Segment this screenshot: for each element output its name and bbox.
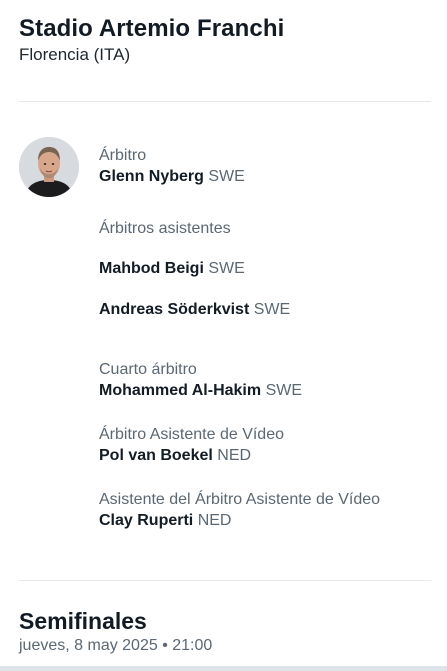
- fourth-official-country: SWE: [265, 382, 303, 399]
- referee-country: SWE: [208, 168, 245, 185]
- fourth-official-name: Mohammed Al-Hakim: [99, 382, 262, 399]
- var-role-label: Árbitro Asistente de Vídeo: [99, 426, 284, 443]
- avar-country: NED: [197, 512, 232, 529]
- divider: [19, 580, 431, 581]
- referee-role-label: Árbitro: [99, 147, 147, 164]
- var-person: Pol van Boekel NED: [99, 445, 439, 466]
- avar-role-label: Asistente del Árbitro Asistente de Vídeo: [99, 491, 381, 508]
- referee-photo: [19, 137, 79, 197]
- assistants-block: Árbitros asistentes: [99, 218, 439, 239]
- fourth-official-role-label: Cuarto árbitro: [99, 361, 197, 378]
- match-datetime: jueves, 8 may 2025 • 21:00: [19, 637, 213, 654]
- assistant-name: Andreas Söderkvist: [99, 301, 250, 318]
- avar-name: Clay Ruperti: [99, 512, 194, 529]
- assistant-1: Mahbod Beigi SWE: [99, 258, 439, 279]
- match-info: Semifinales jueves, 8 may 2025 • 21:00: [19, 607, 435, 657]
- assistants-role-label: Árbitros asistentes: [99, 220, 231, 237]
- bottom-bar: [0, 666, 447, 671]
- fourth-official-block: Cuarto árbitro Mohammed Al-Hakim SWE: [99, 359, 439, 401]
- avar-person: Clay Ruperti NED: [99, 510, 439, 531]
- assistant-country: SWE: [253, 301, 291, 318]
- referee-block: Árbitro Glenn Nyberg SWE: [99, 145, 439, 187]
- referee-avatar: [19, 137, 79, 197]
- venue-header: Stadio Artemio Franchi Florencia (ITA): [19, 14, 435, 66]
- assistant-country: SWE: [208, 260, 245, 277]
- assistant-name: Mahbod Beigi: [99, 260, 204, 277]
- assistant-2: Andreas Söderkvist SWE: [99, 299, 439, 320]
- fourth-official-person: Mohammed Al-Hakim SWE: [99, 380, 439, 401]
- var-name: Pol van Boekel: [99, 447, 213, 464]
- referee-name: Glenn Nyberg: [99, 168, 204, 185]
- var-country: NED: [217, 447, 252, 464]
- avar-block: Asistente del Árbitro Asistente de Vídeo…: [99, 489, 439, 531]
- venue-name: Stadio Artemio Franchi: [19, 15, 285, 42]
- referee-person: Glenn Nyberg SWE: [99, 166, 439, 187]
- match-stage: Semifinales: [19, 608, 147, 634]
- var-block: Árbitro Asistente de Vídeo Pol van Boeke…: [99, 424, 439, 466]
- divider: [19, 101, 431, 102]
- venue-city: Florencia (ITA): [19, 45, 131, 64]
